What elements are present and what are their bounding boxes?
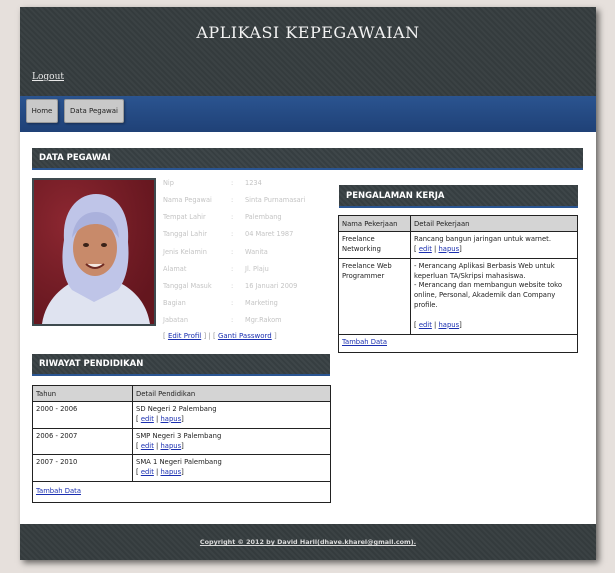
info-value: 1234 <box>245 179 262 187</box>
employee-photo <box>32 178 156 326</box>
table-row: 2007 - 2010 SMA 1 Negeri Palembang [ edi… <box>32 454 331 483</box>
data-pegawai-heading: DATA PEGAWAI <box>32 148 583 170</box>
logout-link[interactable]: Logout <box>32 72 64 82</box>
edit-link[interactable]: edit <box>141 415 154 423</box>
tahun-cell: 2000 - 2006 <box>32 401 133 429</box>
info-label: Tanggal Masuk <box>163 282 212 290</box>
info-colon: : <box>231 248 234 256</box>
tahun-cell: 2006 - 2007 <box>32 427 133 456</box>
table-row: 2006 - 2007 SMP Negeri 3 Palembang [ edi… <box>32 427 331 456</box>
detail-cell: - Merancang Aplikasi Berbasis Web untuk … <box>410 257 578 335</box>
pengalaman-kerja-table: Nama Pekerjaan Detail Pekerjaan Freelanc… <box>338 215 578 354</box>
tambah-data-link[interactable]: Tambah Data <box>36 487 81 495</box>
column-header-nama-pekerjaan: Nama Pekerjaan <box>338 215 411 232</box>
table-header-row: Tahun Detail Pendidikan <box>32 385 331 402</box>
detail-text: SD Negeri 2 Palembang <box>136 405 217 413</box>
nav-data-pegawai-button[interactable]: Data Pegawai <box>64 99 124 123</box>
info-colon: : <box>231 213 234 221</box>
add-cell: Tambah Data <box>32 481 331 503</box>
detail-text: Rancang bangun jaringan untuk warnet. <box>414 235 551 243</box>
info-colon: : <box>231 282 234 290</box>
info-colon: : <box>231 299 234 307</box>
info-label: Bagian <box>163 299 186 307</box>
hapus-link[interactable]: hapus <box>161 468 182 476</box>
nav-home-button[interactable]: Home <box>26 99 58 123</box>
info-value: 04 Maret 1987 <box>245 230 294 238</box>
info-label: Nama Pegawai <box>163 196 212 204</box>
detail-text: - Merancang dan membangun website toko o… <box>414 281 563 310</box>
detail-cell: Rancang bangun jaringan untuk warnet. [ … <box>410 231 578 259</box>
info-label: Jabatan <box>163 316 189 324</box>
hapus-link[interactable]: hapus <box>161 442 182 450</box>
table-row: Freelance Web Programmer - Merancang Apl… <box>338 257 578 335</box>
info-colon: : <box>231 265 234 273</box>
table-row: Freelance Networking Rancang bangun jari… <box>338 231 578 259</box>
info-colon: : <box>231 196 234 204</box>
table-header-row: Nama Pekerjaan Detail Pekerjaan <box>338 215 578 232</box>
nama-pekerjaan-cell: Freelance Networking <box>338 231 411 259</box>
info-value: Marketing <box>245 299 278 307</box>
hapus-link[interactable]: hapus <box>161 415 182 423</box>
detail-cell: SMP Negeri 3 Palembang [ edit | hapus] <box>132 427 331 456</box>
hapus-link[interactable]: hapus <box>439 321 460 329</box>
info-label: Jenis Kelamin <box>163 248 207 256</box>
info-value: Wanita <box>245 248 268 256</box>
column-header-tahun: Tahun <box>32 385 133 402</box>
edit-link[interactable]: edit <box>141 468 154 476</box>
info-label: Tempat Lahir <box>163 213 206 221</box>
detail-cell: SMA 1 Negeri Palembang [ edit | hapus] <box>132 454 331 483</box>
hapus-link[interactable]: hapus <box>439 245 460 253</box>
info-colon: : <box>231 230 234 238</box>
edit-link[interactable]: edit <box>419 321 432 329</box>
riwayat-pendidikan-table: Tahun Detail Pendidikan 2000 - 2006 SD N… <box>32 385 331 503</box>
info-colon: : <box>231 179 234 187</box>
info-value: Sinta Purnamasari <box>245 196 306 204</box>
info-value: Mgr.Rakom <box>245 316 282 324</box>
detail-cell: SD Negeri 2 Palembang [ edit | hapus] <box>132 401 331 429</box>
tahun-cell: 2007 - 2010 <box>32 454 133 483</box>
footer: Copyright © 2012 by David Haril(dhave.kh… <box>20 524 596 560</box>
add-cell: Tambah Data <box>338 333 578 354</box>
info-colon: : <box>231 316 234 324</box>
app-title: APLIKASI KEPEGAWAIAN <box>196 23 420 42</box>
edit-link[interactable]: edit <box>141 442 154 450</box>
riwayat-pendidikan-heading: RIWAYAT PENDIDIKAN <box>32 354 330 376</box>
column-header-detail-pendidikan: Detail Pendidikan <box>132 385 331 402</box>
info-label: Tanggal Lahir <box>163 230 207 238</box>
table-row: 2000 - 2006 SD Negeri 2 Palembang [ edit… <box>32 401 331 429</box>
nama-pekerjaan-cell: Freelance Web Programmer <box>338 257 411 335</box>
edit-profil-link[interactable]: Edit Profil <box>168 332 201 340</box>
info-value: Palembang <box>245 213 282 221</box>
table-row-add: Tambah Data <box>338 333 578 354</box>
page-frame: APLIKASI KEPEGAWAIAN Logout Home Data Pe… <box>20 7 596 560</box>
pengalaman-kerja-heading: PENGALAMAN KERJA <box>339 185 578 208</box>
tambah-data-link[interactable]: Tambah Data <box>342 338 387 346</box>
column-header-detail-pekerjaan: Detail Pekerjaan <box>410 215 578 232</box>
copyright-text: Copyright © 2012 by David Haril(dhave.kh… <box>199 538 417 546</box>
table-row-add: Tambah Data <box>32 481 331 503</box>
edit-link[interactable]: edit <box>419 245 432 253</box>
detail-text: SMP Negeri 3 Palembang <box>136 431 222 440</box>
profile-actions: [ Edit Profil ] | [ Ganti Password ] <box>163 332 277 340</box>
header: APLIKASI KEPEGAWAIAN Logout <box>20 7 596 96</box>
ganti-password-link[interactable]: Ganti Password <box>218 332 272 340</box>
navbar: Home Data Pegawai <box>20 96 596 132</box>
info-value: 16 Januari 2009 <box>245 282 298 290</box>
info-label: Alamat <box>163 265 187 273</box>
detail-text: SMA 1 Negeri Palembang <box>136 458 222 467</box>
info-label: Nip <box>163 179 174 187</box>
info-value: Jl. Plaju <box>245 265 269 273</box>
detail-text: - Merancang Aplikasi Berbasis Web untuk … <box>414 261 555 280</box>
